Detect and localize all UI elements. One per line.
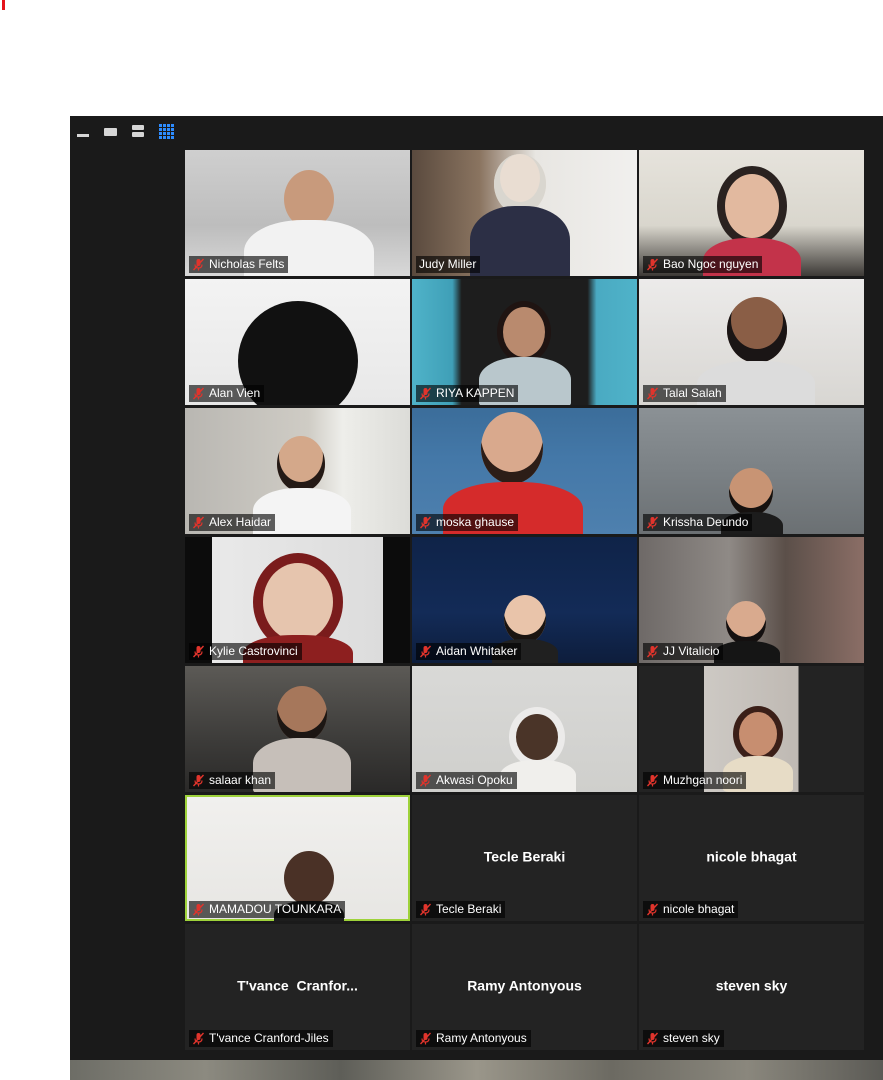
participant-name: steven sky xyxy=(663,1031,720,1045)
muted-mic-icon xyxy=(192,645,205,658)
muted-mic-icon xyxy=(192,903,205,916)
muted-mic-icon xyxy=(419,774,432,787)
participant-name: Alex Haidar xyxy=(209,515,272,529)
muted-mic-icon xyxy=(192,774,205,787)
name-tag: Muzhgan noori xyxy=(643,772,747,789)
muted-mic-icon xyxy=(646,258,659,271)
muted-mic-icon xyxy=(192,516,205,529)
name-tag: Judy Miller xyxy=(416,256,481,273)
participant-tile[interactable]: salaar khan xyxy=(185,666,410,792)
participant-tile-active-speaker[interactable]: MAMADOU TOUNKARA xyxy=(185,795,410,921)
participant-name: MAMADOU TOUNKARA xyxy=(209,902,342,916)
participant-display-name: nicole bhagat xyxy=(706,848,797,865)
speaker-view-icon[interactable] xyxy=(103,123,119,139)
participant-name: Aidan Whitaker xyxy=(436,644,518,658)
participant-tile[interactable]: moska ghause xyxy=(412,408,637,534)
muted-mic-icon xyxy=(646,387,659,400)
name-tag: Alex Haidar xyxy=(189,514,276,531)
muted-mic-icon xyxy=(192,387,205,400)
participant-name: Talal Salah xyxy=(663,386,722,400)
participant-name: Ramy Antonyous xyxy=(436,1031,527,1045)
muted-mic-icon xyxy=(419,516,432,529)
muted-mic-icon xyxy=(192,258,205,271)
participant-grid: Nicholas Felts Judy Miller Bao Ngoc nguy… xyxy=(185,150,864,1050)
name-tag: Bao Ngoc nguyen xyxy=(643,256,763,273)
muted-mic-icon xyxy=(646,516,659,529)
participant-name: Nicholas Felts xyxy=(209,257,285,271)
participant-name: Judy Miller xyxy=(419,257,477,271)
name-tag: Nicholas Felts xyxy=(189,256,289,273)
participant-name: salaar khan xyxy=(209,773,272,787)
muted-mic-icon xyxy=(419,903,432,916)
name-tag: MAMADOU TOUNKARA xyxy=(189,901,346,918)
participant-display-name: Tecle Beraki xyxy=(483,848,566,865)
muted-mic-icon xyxy=(646,903,659,916)
participant-name: Tecle Beraki xyxy=(436,902,502,916)
name-tag: Alan Vien xyxy=(189,385,265,402)
name-tag: Talal Salah xyxy=(643,385,726,402)
strip-view-icon[interactable] xyxy=(131,123,147,139)
name-tag: salaar khan xyxy=(189,772,276,789)
participant-name: Kylie Castrovinci xyxy=(209,644,298,658)
name-tag: Krissha Deundo xyxy=(643,514,753,531)
participant-tile[interactable]: Alex Haidar xyxy=(185,408,410,534)
muted-mic-icon xyxy=(646,774,659,787)
name-tag: Kylie Castrovinci xyxy=(189,643,302,660)
participant-name: Akwasi Opoku xyxy=(436,773,513,787)
muted-mic-icon xyxy=(646,645,659,658)
participant-display-name: Ramy Antonyous xyxy=(467,977,582,994)
desktop-background-strip xyxy=(70,1060,883,1080)
participant-tile[interactable]: steven sky steven sky xyxy=(639,924,864,1050)
muted-mic-icon xyxy=(192,1032,205,1045)
muted-mic-icon xyxy=(419,645,432,658)
view-toolbar xyxy=(70,116,883,146)
participant-name: moska ghause xyxy=(436,515,515,529)
name-tag: RIYA KAPPEN xyxy=(416,385,519,402)
name-tag: steven sky xyxy=(643,1030,724,1047)
participant-tile[interactable]: Kylie Castrovinci xyxy=(185,537,410,663)
participant-display-name: T'vance Cranfor... xyxy=(237,977,358,994)
participant-tile[interactable]: Judy Miller xyxy=(412,150,637,276)
gallery-view-icon[interactable] xyxy=(158,123,174,139)
name-tag: Aidan Whitaker xyxy=(416,643,522,660)
participant-tile[interactable]: Talal Salah xyxy=(639,279,864,405)
participant-name: Bao Ngoc nguyen xyxy=(663,257,759,271)
participant-name: nicole bhagat xyxy=(663,902,735,916)
red-marker xyxy=(2,0,5,10)
muted-mic-icon xyxy=(419,1032,432,1045)
participant-name: Krissha Deundo xyxy=(663,515,749,529)
participant-tile[interactable]: T'vance Cranfor... T'vance Cranford-Jile… xyxy=(185,924,410,1050)
participant-tile[interactable]: RIYA KAPPEN xyxy=(412,279,637,405)
participant-tile[interactable]: Muzhgan noori xyxy=(639,666,864,792)
name-tag: Ramy Antonyous xyxy=(416,1030,531,1047)
participant-tile[interactable]: Ramy Antonyous Ramy Antonyous xyxy=(412,924,637,1050)
participant-display-name: steven sky xyxy=(715,977,788,994)
participant-tile[interactable]: Akwasi Opoku xyxy=(412,666,637,792)
participant-name: RIYA KAPPEN xyxy=(436,386,515,400)
name-tag: Tecle Beraki xyxy=(416,901,506,918)
name-tag: JJ Vitalicio xyxy=(643,643,724,660)
name-tag: Akwasi Opoku xyxy=(416,772,517,789)
participant-tile[interactable]: Tecle Beraki Tecle Beraki xyxy=(412,795,637,921)
participant-tile[interactable]: Nicholas Felts xyxy=(185,150,410,276)
muted-mic-icon xyxy=(646,1032,659,1045)
minimize-icon[interactable] xyxy=(76,123,92,139)
participant-tile[interactable]: Bao Ngoc nguyen xyxy=(639,150,864,276)
participant-name: T'vance Cranford-Jiles xyxy=(209,1031,329,1045)
participant-name: Muzhgan noori xyxy=(663,773,743,787)
participant-tile[interactable]: nicole bhagat nicole bhagat xyxy=(639,795,864,921)
muted-mic-icon xyxy=(419,387,432,400)
participant-name: Alan Vien xyxy=(209,386,261,400)
name-tag: T'vance Cranford-Jiles xyxy=(189,1030,333,1047)
participant-tile[interactable]: Krissha Deundo xyxy=(639,408,864,534)
participant-tile[interactable]: JJ Vitalicio xyxy=(639,537,864,663)
participant-name: JJ Vitalicio xyxy=(663,644,720,658)
zoom-gallery-window: Nicholas Felts Judy Miller Bao Ngoc nguy… xyxy=(70,116,883,1060)
name-tag: nicole bhagat xyxy=(643,901,739,918)
participant-tile[interactable]: Alan Vien xyxy=(185,279,410,405)
name-tag: moska ghause xyxy=(416,514,519,531)
participant-tile[interactable]: Aidan Whitaker xyxy=(412,537,637,663)
